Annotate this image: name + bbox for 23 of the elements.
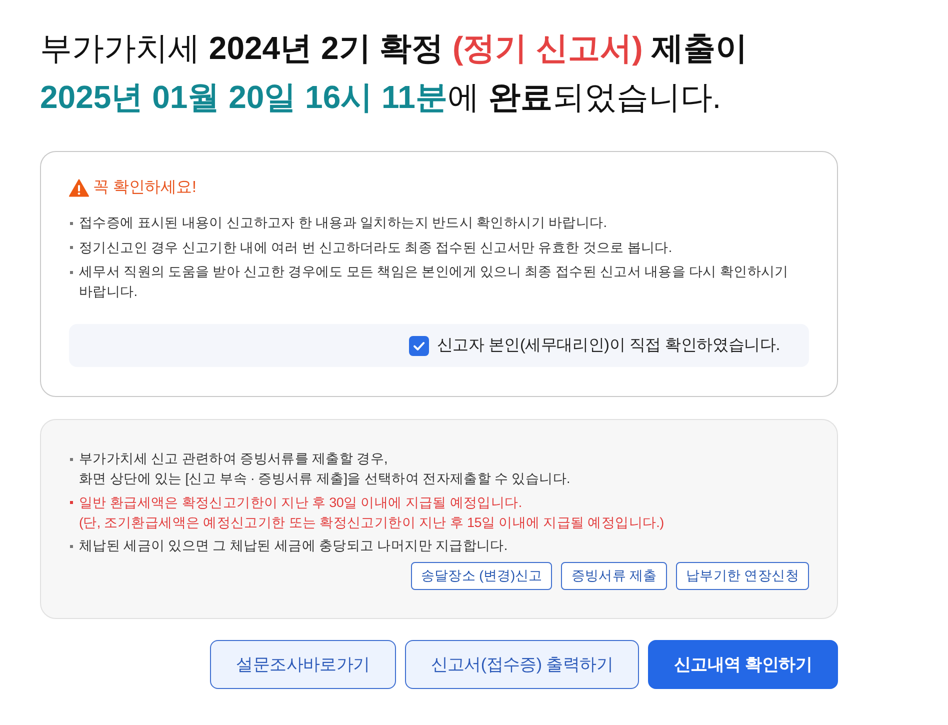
action-button[interactable]: 신고내역 확인하기 [648, 640, 838, 689]
bullet-icon [70, 501, 73, 504]
info-text: 일반 환급세액은 확정신고기한이 지난 후 30일 이내에 지급될 예정입니다. (단, 조기환급세액은 예정신고기한 또는 확정신고기한이 지난 후 15일 이내에 지급될 예정입니다.) [79, 494, 664, 532]
bullet-icon [70, 246, 73, 249]
action-button[interactable]: 신고서(접수증) 출력하기 [404, 640, 639, 689]
bullet-icon [70, 270, 73, 274]
notice-title: 꼭 확인하세요! [93, 178, 196, 198]
bullet-icon [70, 222, 73, 224]
action-button[interactable]: 설문조사바로가기 [210, 640, 396, 689]
service-button[interactable]: 증빙서류 제출 [561, 562, 667, 590]
bullet-icon [70, 544, 73, 548]
checkbox-label[interactable]: 신고자 본인(세무대리인)이 직접 확인하였습니다. [436, 334, 780, 356]
info-text: 부가가치세 신고 관련하여 증빙서류를 제출할 경우, 화면 상단에 있는 [신고 부속 · 증빙서류 제출]을 선택하여 전자제출할 수 있습니다. [79, 450, 570, 488]
notice-text: 세무서 직원의 도움을 받아 신고한 경우에도 모든 책임은 본인에게 있으니 최종 접수된 신고서 내용을 다시 확인하시기 바랍니다. [79, 263, 790, 301]
warning-icon [69, 179, 89, 197]
notice-text: 정기신고인 경우 신고기한 내에 여러 번 신고하더라도 최종 접수된 신고서만 유효한 것으로 봅니다. [79, 238, 672, 256]
notice-text: 접수증에 표시된 내용이 신고하고자 한 내용과 일치하는지 반드시 확인하시기 바랍니다. [79, 214, 607, 232]
info-text: 체납된 세금이 있으면 그 체납된 세금에 충당되고 나머지만 지급합니다. [79, 537, 508, 555]
service-button[interactable]: 송달장소 (변경)신고 [410, 562, 552, 590]
service-button[interactable]: 납부기한 연장신청 [676, 562, 809, 590]
checkbox[interactable] [408, 336, 429, 356]
bullet-icon [70, 458, 73, 460]
completion-heading: 부가가치세 2024년 2기 확정 (정기 신고서) 제출이 2025년 01월 20일 16시 11분에 완료되었습니다. [40, 29, 749, 117]
